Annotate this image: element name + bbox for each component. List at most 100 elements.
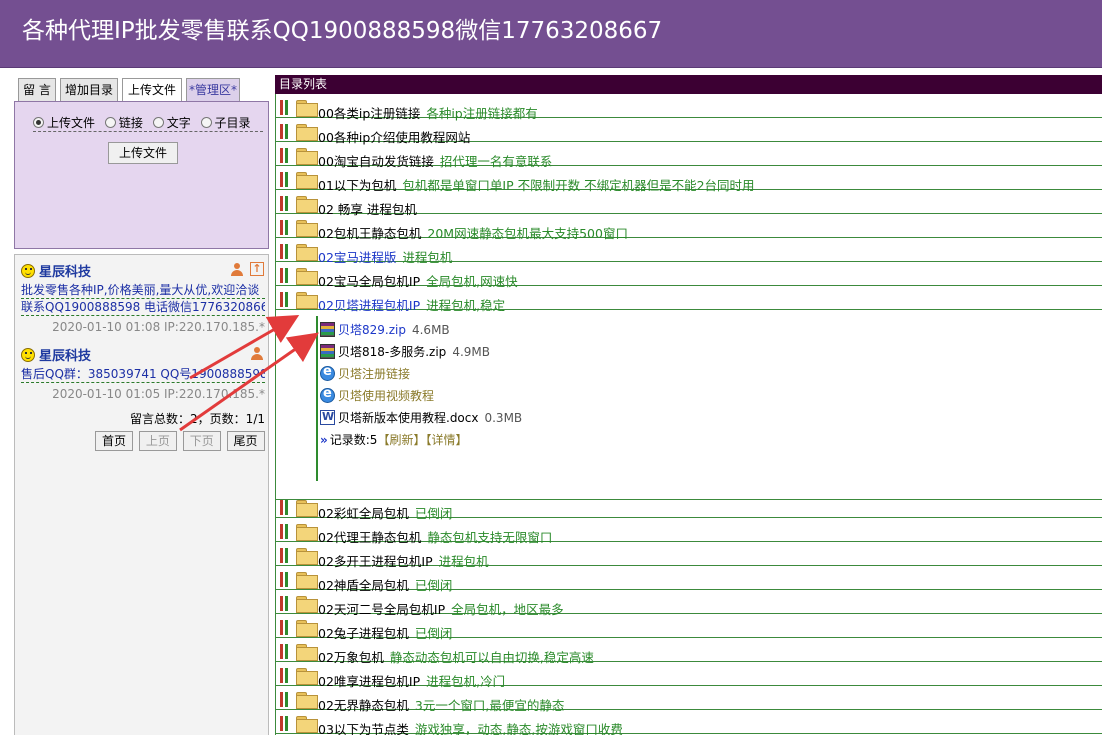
- directory-row[interactable]: 02包机王静态包机 20M网速静态包机最大支持500窗口: [276, 214, 1102, 241]
- folder-icon: [296, 716, 318, 733]
- directory-name[interactable]: 02贝塔进程包机IP 进程包机,稳定: [318, 295, 505, 314]
- radio-text[interactable]: 文字: [152, 114, 191, 131]
- tab-add-directory[interactable]: 增加目录: [60, 78, 118, 102]
- tab-upload-file[interactable]: 上传文件: [122, 78, 182, 103]
- directory-list: 贝塔829.zip4.6MB 贝塔818-多服务.zip4.9MB 贝塔注册链接…: [275, 94, 1102, 735]
- sort-arrows-icon[interactable]: [280, 244, 290, 259]
- file-item[interactable]: 贝塔829.zip 4.6MB: [320, 321, 450, 339]
- page-title: 各种代理IP批发零售联系QQ1900888598微信17763208667: [22, 18, 663, 44]
- next-page-button[interactable]: 下页: [182, 431, 221, 451]
- folder-icon: [296, 268, 318, 285]
- folder-icon: [296, 692, 318, 709]
- details-link[interactable]: 【详情】: [425, 433, 467, 447]
- sort-arrows-icon[interactable]: [280, 124, 290, 139]
- sort-arrows-icon[interactable]: [280, 524, 290, 539]
- directory-row[interactable]: 02兔子进程包机 已倒闭: [276, 614, 1102, 641]
- sort-arrows-icon[interactable]: [280, 100, 290, 115]
- directory-name-text[interactable]: 03以下为节点类: [318, 722, 409, 735]
- directory-list-header: 目录列表: [275, 75, 1102, 94]
- tab-admin[interactable]: *管理区*: [186, 78, 240, 102]
- directory-row[interactable]: 02神盾全局包机 已倒闭: [276, 566, 1102, 593]
- sort-arrows-icon[interactable]: [280, 196, 290, 211]
- directory-description: 游戏独享，动态,静态,按游戏窗口收费: [414, 722, 623, 735]
- message-panel: 星辰科技 ↑ 批发零售各种IP,价格美丽,量大从优,欢迎洽谈 联系QQ19008…: [14, 254, 269, 735]
- upload-type-options: 上传文件 链接 文字 子目录: [33, 114, 263, 132]
- directory-row[interactable]: 02万象包机 静态动态包机可以自由切换,稳定高速: [276, 638, 1102, 665]
- message-author: 星辰科技: [39, 265, 92, 280]
- message-item: 星辰科技 ↑ 批发零售各种IP,价格美丽,量大从优,欢迎洽谈 联系QQ19008…: [21, 261, 265, 334]
- directory-row[interactable]: 00淘宝自动发货链接 招代理一名有意联系: [276, 142, 1102, 169]
- user-icon[interactable]: [231, 263, 243, 276]
- refresh-link[interactable]: 【刷新】: [377, 433, 425, 447]
- sort-arrows-icon[interactable]: [280, 644, 290, 659]
- message-author: 星辰科技: [39, 349, 92, 364]
- last-page-button[interactable]: 尾页: [226, 431, 265, 451]
- link-item[interactable]: 贝塔使用视频教程: [320, 386, 434, 405]
- directory-name-text[interactable]: 02贝塔进程包机IP: [318, 298, 420, 313]
- tab-message[interactable]: 留 言: [18, 78, 56, 102]
- directory-row[interactable]: 02无界静态包机 3元一个窗口,最便宜的静态: [276, 686, 1102, 713]
- pin-top-icon[interactable]: ↑: [250, 262, 264, 276]
- sort-arrows-icon[interactable]: [280, 596, 290, 611]
- directory-row[interactable]: 02贝塔进程包机IP 进程包机,稳定: [276, 286, 1102, 313]
- message-text: 批发零售各种IP,价格美丽,量大从优,欢迎洽谈 联系QQ1900888598 电…: [21, 283, 265, 316]
- zip-file-icon: [320, 344, 335, 359]
- directory-row[interactable]: 03以下为节点类 游戏独享，动态,静态,按游戏窗口收费: [276, 710, 1102, 735]
- word-document-icon: [320, 410, 335, 425]
- pager-info: 留言总数：2，页数：1/1: [130, 412, 265, 426]
- sort-arrows-icon[interactable]: [280, 620, 290, 635]
- sort-arrows-icon[interactable]: [280, 268, 290, 283]
- sort-arrows-icon[interactable]: [280, 292, 290, 307]
- record-count-line: » 记录数:5【刷新】【详情】: [320, 433, 468, 447]
- directory-row[interactable]: 01以下为包机 包机都是单窗口单IP 不限制开数 不绑定机器但是不能2台同时用: [276, 166, 1102, 193]
- folder-icon: [296, 500, 318, 517]
- file-item[interactable]: 贝塔818-多服务.zip 4.9MB: [320, 343, 490, 361]
- folder-icon: [296, 100, 318, 117]
- directory-row[interactable]: 02多开王进程包机IP 进程包机: [276, 542, 1102, 569]
- directory-row[interactable]: 00各种ip介绍使用教程网站: [276, 118, 1102, 145]
- folder-icon: [296, 596, 318, 613]
- prev-page-button[interactable]: 上页: [138, 431, 177, 451]
- directory-row[interactable]: 02 畅享 进程包机: [276, 190, 1102, 217]
- folder-icon: [296, 668, 318, 685]
- sort-arrows-icon[interactable]: [280, 172, 290, 187]
- upload-file-button[interactable]: 上传文件: [108, 142, 178, 164]
- radio-subdirectory[interactable]: 子目录: [200, 114, 251, 131]
- sort-arrows-icon[interactable]: [280, 572, 290, 587]
- directory-row[interactable]: 02唯享进程包机IP 进程包机,冷门: [276, 662, 1102, 689]
- file-item[interactable]: 贝塔新版本使用教程.docx0.3MB: [320, 409, 522, 427]
- zip-file-icon: [320, 322, 335, 337]
- tree-line: [316, 316, 318, 481]
- directory-row[interactable]: 02宝马进程版 进程包机: [276, 238, 1102, 265]
- page-header: 各种代理IP批发零售联系QQ1900888598微信17763208667: [0, 0, 1102, 68]
- sort-arrows-icon[interactable]: [280, 148, 290, 163]
- sort-arrows-icon[interactable]: [280, 548, 290, 563]
- directory-name[interactable]: 03以下为节点类 游戏独享，动态,静态,按游戏窗口收费: [318, 719, 623, 735]
- radio-link[interactable]: 链接: [104, 114, 143, 131]
- directory-row[interactable]: 02代理王静态包机 静态包机支持无限窗口: [276, 518, 1102, 545]
- message-meta: 2020-01-10 01:08 IP:220.170.185.*: [52, 320, 265, 334]
- directory-row[interactable]: 02宝马全局包机IP 全局包机,网速快: [276, 262, 1102, 289]
- sort-arrows-icon[interactable]: [280, 220, 290, 235]
- folder-icon: [296, 620, 318, 637]
- upload-panel: 上传文件 链接 文字 子目录 上传文件: [14, 101, 269, 249]
- user-icon[interactable]: [251, 347, 263, 360]
- message-meta: 2020-01-10 01:05 IP:220.170.185.*: [52, 387, 265, 401]
- sort-arrows-icon[interactable]: [280, 692, 290, 707]
- double-chevron-icon: »: [320, 433, 328, 447]
- directory-row[interactable]: 02彩虹全局包机 已倒闭: [276, 494, 1102, 521]
- web-link-icon: [320, 386, 335, 403]
- folder-icon: [296, 124, 318, 141]
- directory-row[interactable]: 00各类ip注册链接 各种ip注册链接都有: [276, 94, 1102, 121]
- folder-icon: [296, 172, 318, 189]
- directory-row[interactable]: 02天河二号全局包机IP 全局包机，地区最多: [276, 590, 1102, 617]
- link-item[interactable]: 贝塔注册链接: [320, 364, 410, 383]
- web-link-icon: [320, 364, 335, 381]
- radio-upload-file[interactable]: 上传文件: [33, 114, 95, 131]
- sort-arrows-icon[interactable]: [280, 500, 290, 515]
- sort-arrows-icon[interactable]: [280, 716, 290, 731]
- sort-arrows-icon[interactable]: [280, 668, 290, 683]
- folder-icon: [296, 644, 318, 661]
- folder-icon: [296, 244, 318, 261]
- first-page-button[interactable]: 首页: [95, 431, 134, 451]
